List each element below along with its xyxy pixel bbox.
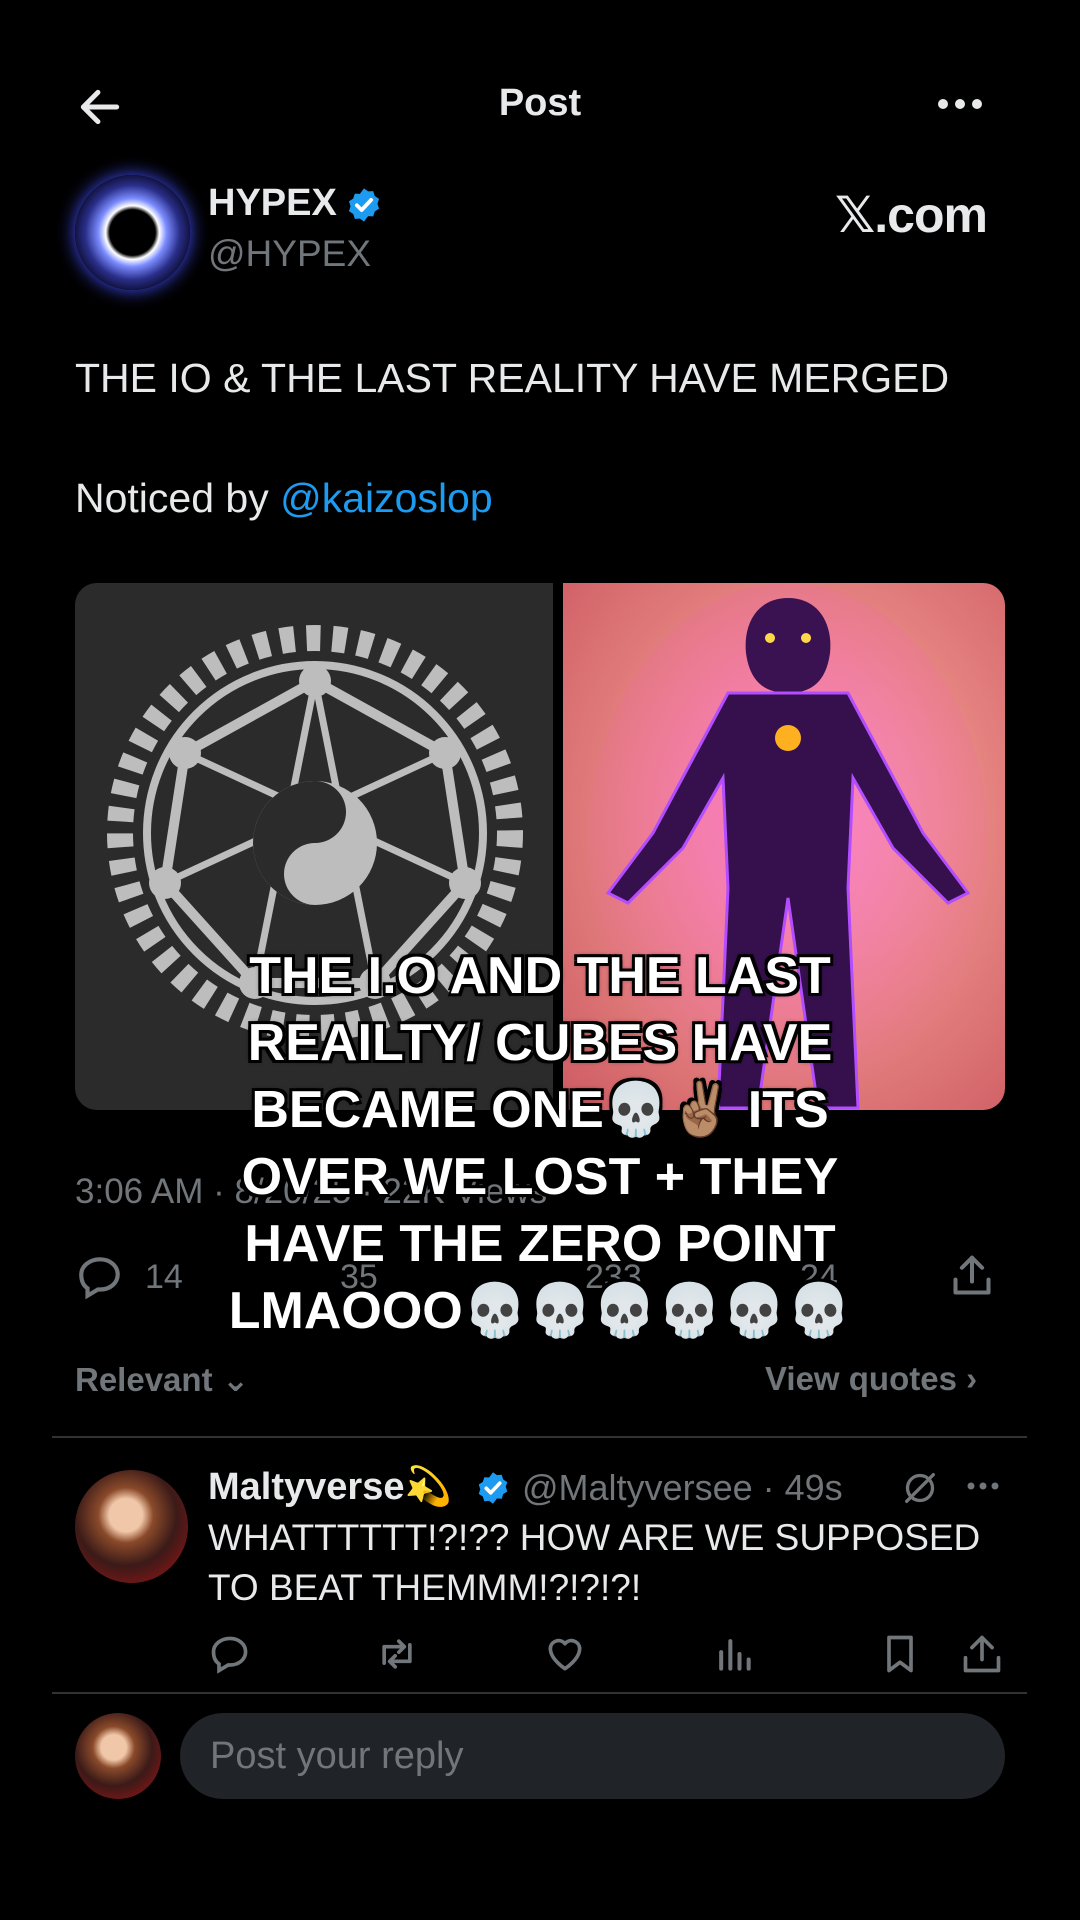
mention-link[interactable]: @kaizoslop: [280, 475, 493, 521]
reply-input-placeholder: Post your reply: [210, 1735, 464, 1777]
sort-dropdown[interactable]: Relevant ⌄: [75, 1360, 249, 1399]
caption-line: LMAOOO💀💀💀💀💀💀: [228, 1282, 852, 1340]
post-text-line-1: THE IO & THE LAST REALITY HAVE MERGED: [75, 355, 950, 401]
reply-count: 14: [145, 1258, 183, 1296]
caption-line: OVER WE LOST + THEY: [241, 1148, 839, 1206]
share-icon[interactable]: [950, 1252, 994, 1300]
page-title: Post: [498, 82, 582, 124]
chevron-down-icon: ⌄: [221, 1361, 250, 1398]
author-handle[interactable]: @HYPEX: [208, 233, 371, 275]
reply-author-name[interactable]: Maltyverse💫: [208, 1465, 452, 1509]
share-icon[interactable]: [960, 1632, 1004, 1676]
reply-handle-time[interactable]: @Maltyversee · 49s: [522, 1467, 843, 1509]
grok-icon[interactable]: [900, 1468, 940, 1508]
reply-avatar[interactable]: [75, 1470, 188, 1583]
repost-icon[interactable]: [375, 1632, 419, 1676]
more-icon[interactable]: [935, 92, 985, 116]
author-name[interactable]: HYPEX: [208, 182, 337, 225]
post-text-prefix: Noticed by: [75, 475, 281, 521]
verified-icon: [348, 188, 380, 222]
reply-text-line-1: WHATTTTTT!?!?? HOW ARE WE SUPPOSED: [208, 1517, 981, 1558]
more-icon[interactable]: [965, 1477, 1001, 1495]
caption-line: REAILTY/ CUBES HAVE: [247, 1014, 833, 1072]
chevron-right-icon: ›: [966, 1360, 978, 1397]
verified-icon: [478, 1472, 508, 1504]
caption-line: BECAME ONE💀✌🏽 ITS: [251, 1081, 829, 1139]
caption-line: HAVE THE ZERO POINT: [244, 1215, 836, 1273]
sort-label: Relevant: [75, 1361, 213, 1398]
reply-icon[interactable]: [75, 1252, 125, 1302]
compose-avatar: [75, 1713, 161, 1799]
divider: [52, 1436, 1027, 1438]
x-watermark: 𝕏.com: [835, 187, 988, 243]
view-quotes-label: View quotes: [765, 1360, 957, 1397]
reply-text-line-2: TO BEAT THEMMM!?!?!?!: [208, 1567, 642, 1608]
views-icon[interactable]: [712, 1632, 756, 1676]
like-icon[interactable]: [543, 1632, 587, 1676]
video-caption: THE I.O AND THE LAST REAILTY/ CUBES HAVE…: [200, 943, 880, 1345]
divider: [52, 1692, 1027, 1694]
post-text-line-2: Noticed by @kaizoslop: [75, 475, 493, 522]
reply-icon[interactable]: [208, 1632, 252, 1676]
caption-line: THE I.O AND THE LAST: [249, 947, 831, 1005]
author-avatar[interactable]: [75, 175, 190, 290]
bookmark-icon[interactable]: [878, 1632, 922, 1676]
view-quotes-link[interactable]: View quotes ›: [765, 1360, 977, 1398]
